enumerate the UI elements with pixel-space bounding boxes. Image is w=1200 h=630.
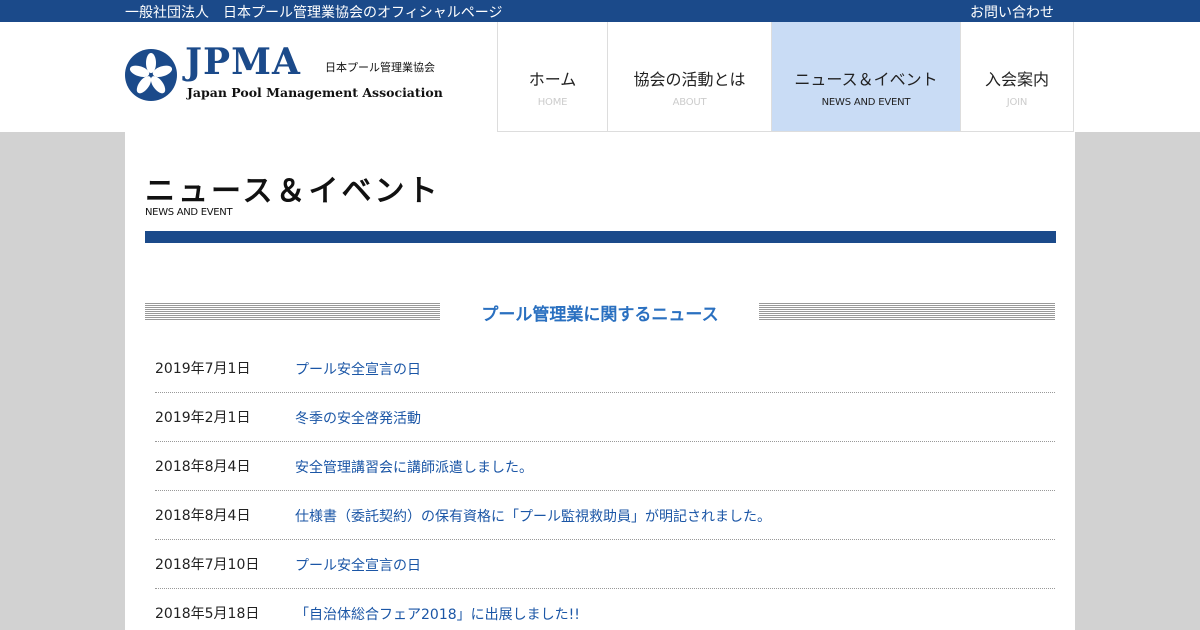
- nav-label-en: HOME: [537, 97, 568, 108]
- nav-about[interactable]: 協会の活動とは ABOUT: [607, 22, 771, 132]
- news-link[interactable]: 冬季の安全啓発活動: [295, 408, 421, 428]
- nav-label-jp: ニュース＆イベント: [794, 70, 938, 89]
- news-link[interactable]: プール安全宣言の日: [295, 555, 421, 575]
- top-bar: 一般社団法人 日本プール管理業協会のオフィシャルページ お問い合わせ: [0, 0, 1200, 22]
- main-content: ニュース＆イベント NEWS AND EVENT プール管理業に関するニュース …: [125, 132, 1075, 630]
- list-item: 2018年8月4日 安全管理講習会に講師派遣しました。: [155, 442, 1055, 491]
- list-item: 2018年8月4日 仕様書（委託契約）の保有資格に「プール監視救助員」が明記され…: [155, 491, 1055, 540]
- logo-acronym: JPMA: [185, 41, 301, 83]
- nav-label-jp: 入会案内: [984, 70, 1049, 89]
- list-item: 2019年2月1日 冬季の安全啓発活動: [155, 393, 1055, 442]
- news-link[interactable]: 仕様書（委託契約）の保有資格に「プール監視救助員」が明記されました。: [295, 506, 771, 526]
- list-item: 2018年7月10日 プール安全宣言の日: [155, 540, 1055, 589]
- news-date: 2018年8月4日: [155, 459, 251, 475]
- contact-link[interactable]: お問い合わせ: [970, 2, 1054, 22]
- news-date: 2018年8月4日: [155, 508, 251, 524]
- nav-label-en: JOIN: [1006, 97, 1028, 108]
- news-date: 2019年2月1日: [155, 410, 251, 426]
- nav-label-en: NEWS AND EVENT: [821, 97, 911, 108]
- news-date: 2018年5月18日: [155, 606, 260, 622]
- site-header: JPMA 日本プール管理業協会 Japan Pool Management As…: [0, 22, 1200, 132]
- nav-label-jp: 協会の活動とは: [633, 70, 746, 89]
- news-list: 2019年7月1日 プール安全宣言の日 2019年2月1日 冬季の安全啓発活動 …: [155, 344, 1055, 630]
- nav-news-and-event[interactable]: ニュース＆イベント NEWS AND EVENT: [771, 22, 960, 132]
- nav-label-en: ABOUT: [672, 97, 707, 108]
- list-item: 2018年5月18日 「自治体総合フェア2018」に出展しました!!: [155, 589, 1055, 630]
- org-tagline: 一般社団法人 日本プール管理業協会のオフィシャルページ: [125, 5, 503, 21]
- news-date: 2019年7月1日: [155, 361, 251, 377]
- page-title: ニュース＆イベント: [145, 174, 441, 209]
- main-nav: ホーム HOME 協会の活動とは ABOUT ニュース＆イベント NEWS AN…: [497, 22, 1074, 132]
- news-link[interactable]: 「自治体総合フェア2018」に出展しました!!: [295, 604, 580, 624]
- news-date: 2018年7月10日: [155, 557, 260, 573]
- logo-name-jp: 日本プール管理業協会: [325, 61, 435, 74]
- asterisk-logo-icon: [125, 49, 177, 101]
- news-link[interactable]: 安全管理講習会に講師派遣しました。: [295, 457, 533, 477]
- list-item: 2019年7月1日 プール安全宣言の日: [155, 344, 1055, 393]
- section-heading: プール管理業に関するニュース: [145, 302, 1055, 325]
- logo-name-en: Japan Pool Management Association: [187, 85, 443, 100]
- site-logo[interactable]: JPMA 日本プール管理業協会 Japan Pool Management As…: [125, 41, 445, 109]
- section-title: プール管理業に関するニュース: [481, 305, 719, 325]
- nav-home[interactable]: ホーム HOME: [497, 22, 607, 132]
- news-link[interactable]: プール安全宣言の日: [295, 359, 421, 379]
- nav-label-jp: ホーム: [528, 70, 577, 89]
- nav-join[interactable]: 入会案内 JOIN: [960, 22, 1074, 132]
- title-divider: [145, 231, 1056, 243]
- page-subtitle: NEWS AND EVENT: [145, 207, 233, 218]
